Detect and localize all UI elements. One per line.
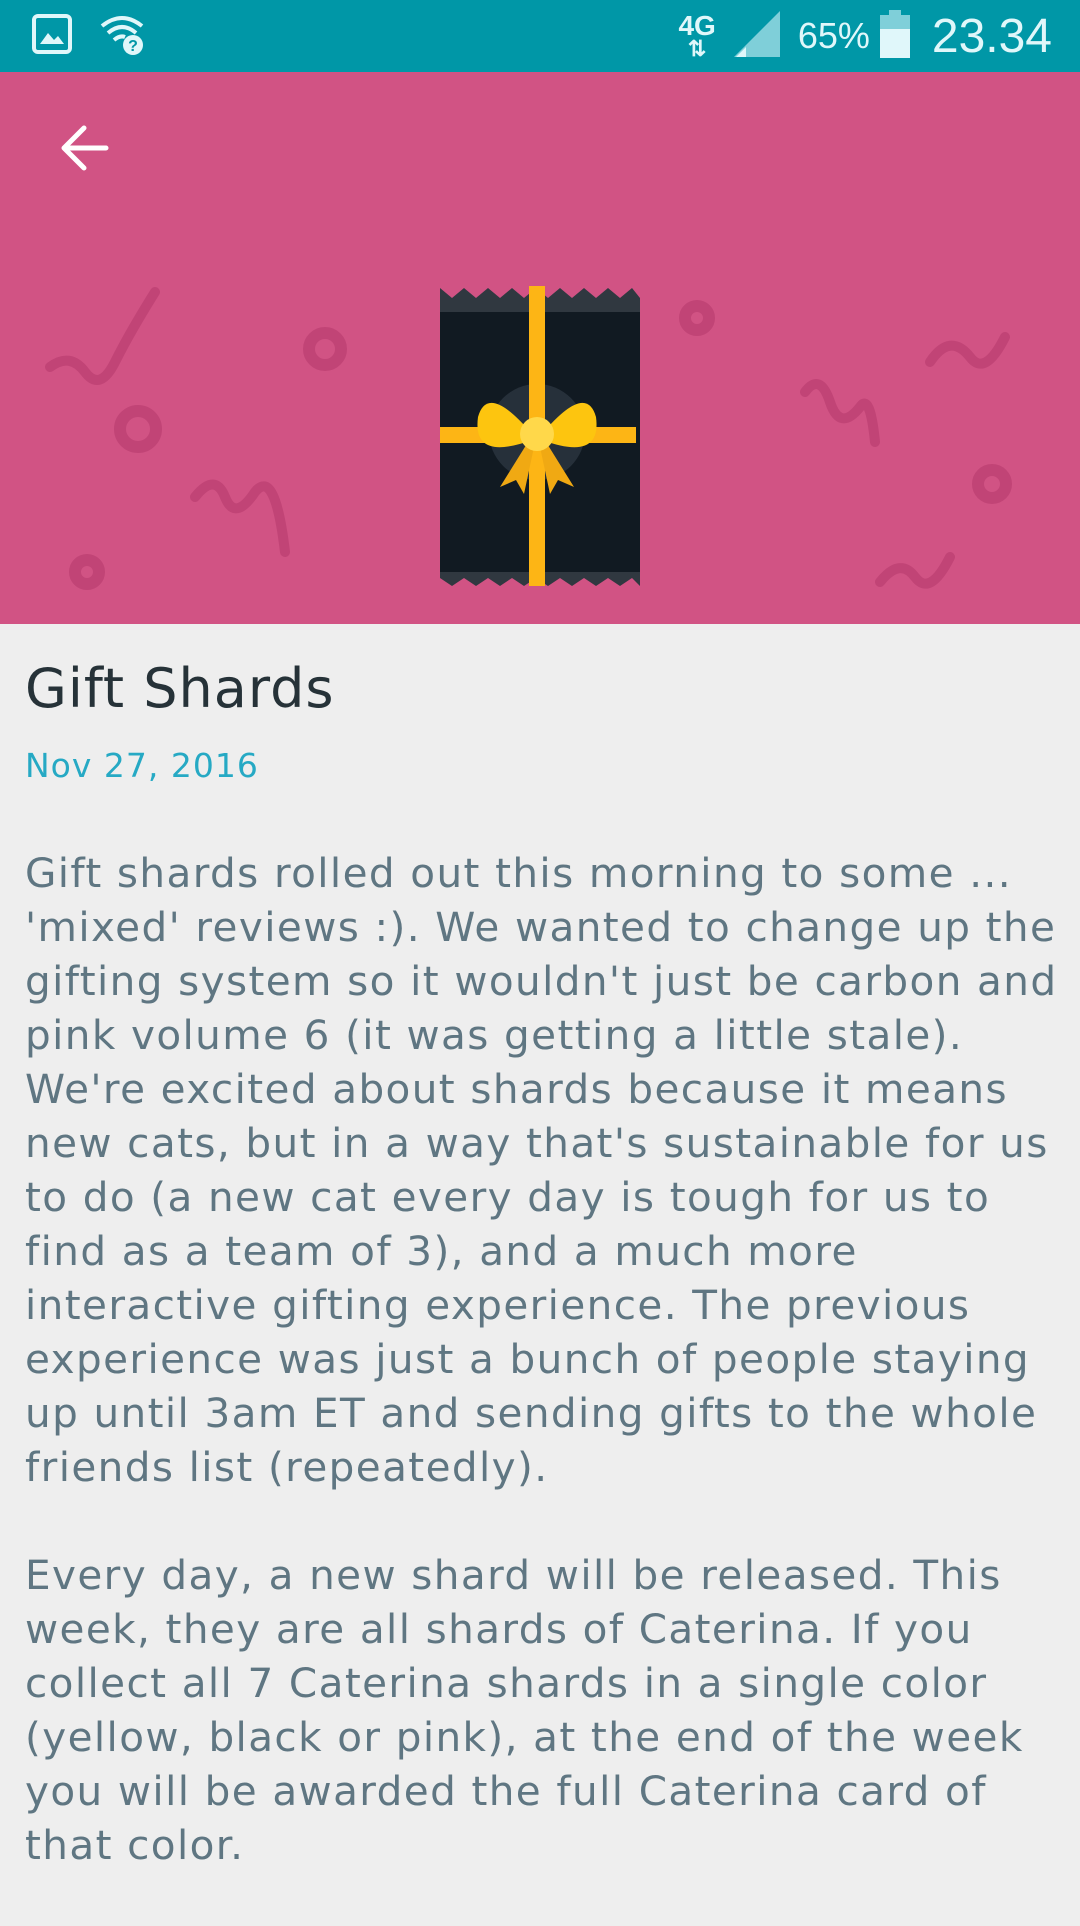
battery-percent: 65% [797, 15, 870, 56]
status-bar: ? 4G ⇅ 65% 23.34 [0, 0, 1080, 72]
data-transfer-icon: 4G ⇅ [678, 10, 716, 61]
image-notification-icon [32, 14, 72, 58]
arrow-left-icon [61, 125, 109, 171]
gift-box-illustration [45, 286, 1012, 590]
article-title: Gift Shards [25, 657, 335, 720]
wifi-unknown-icon: ? [98, 12, 146, 60]
svg-text:?: ? [128, 38, 138, 55]
back-button[interactable] [48, 112, 120, 184]
article: Gift Shards Nov 27, 2016 Gift shards rol… [25, 624, 1060, 1926]
article-date: Nov 27, 2016 [25, 746, 259, 785]
signal-icon [732, 9, 782, 63]
article-body: Gift shards rolled out this morning to s… [25, 846, 1060, 1872]
battery-icon [879, 10, 910, 62]
article-paragraph: Every day, a new shard will be released.… [25, 1551, 1024, 1869]
article-paragraph: Gift shards rolled out this morning to s… [25, 849, 1058, 1491]
clock: 23.34 [931, 9, 1052, 63]
header-banner [0, 72, 1080, 624]
